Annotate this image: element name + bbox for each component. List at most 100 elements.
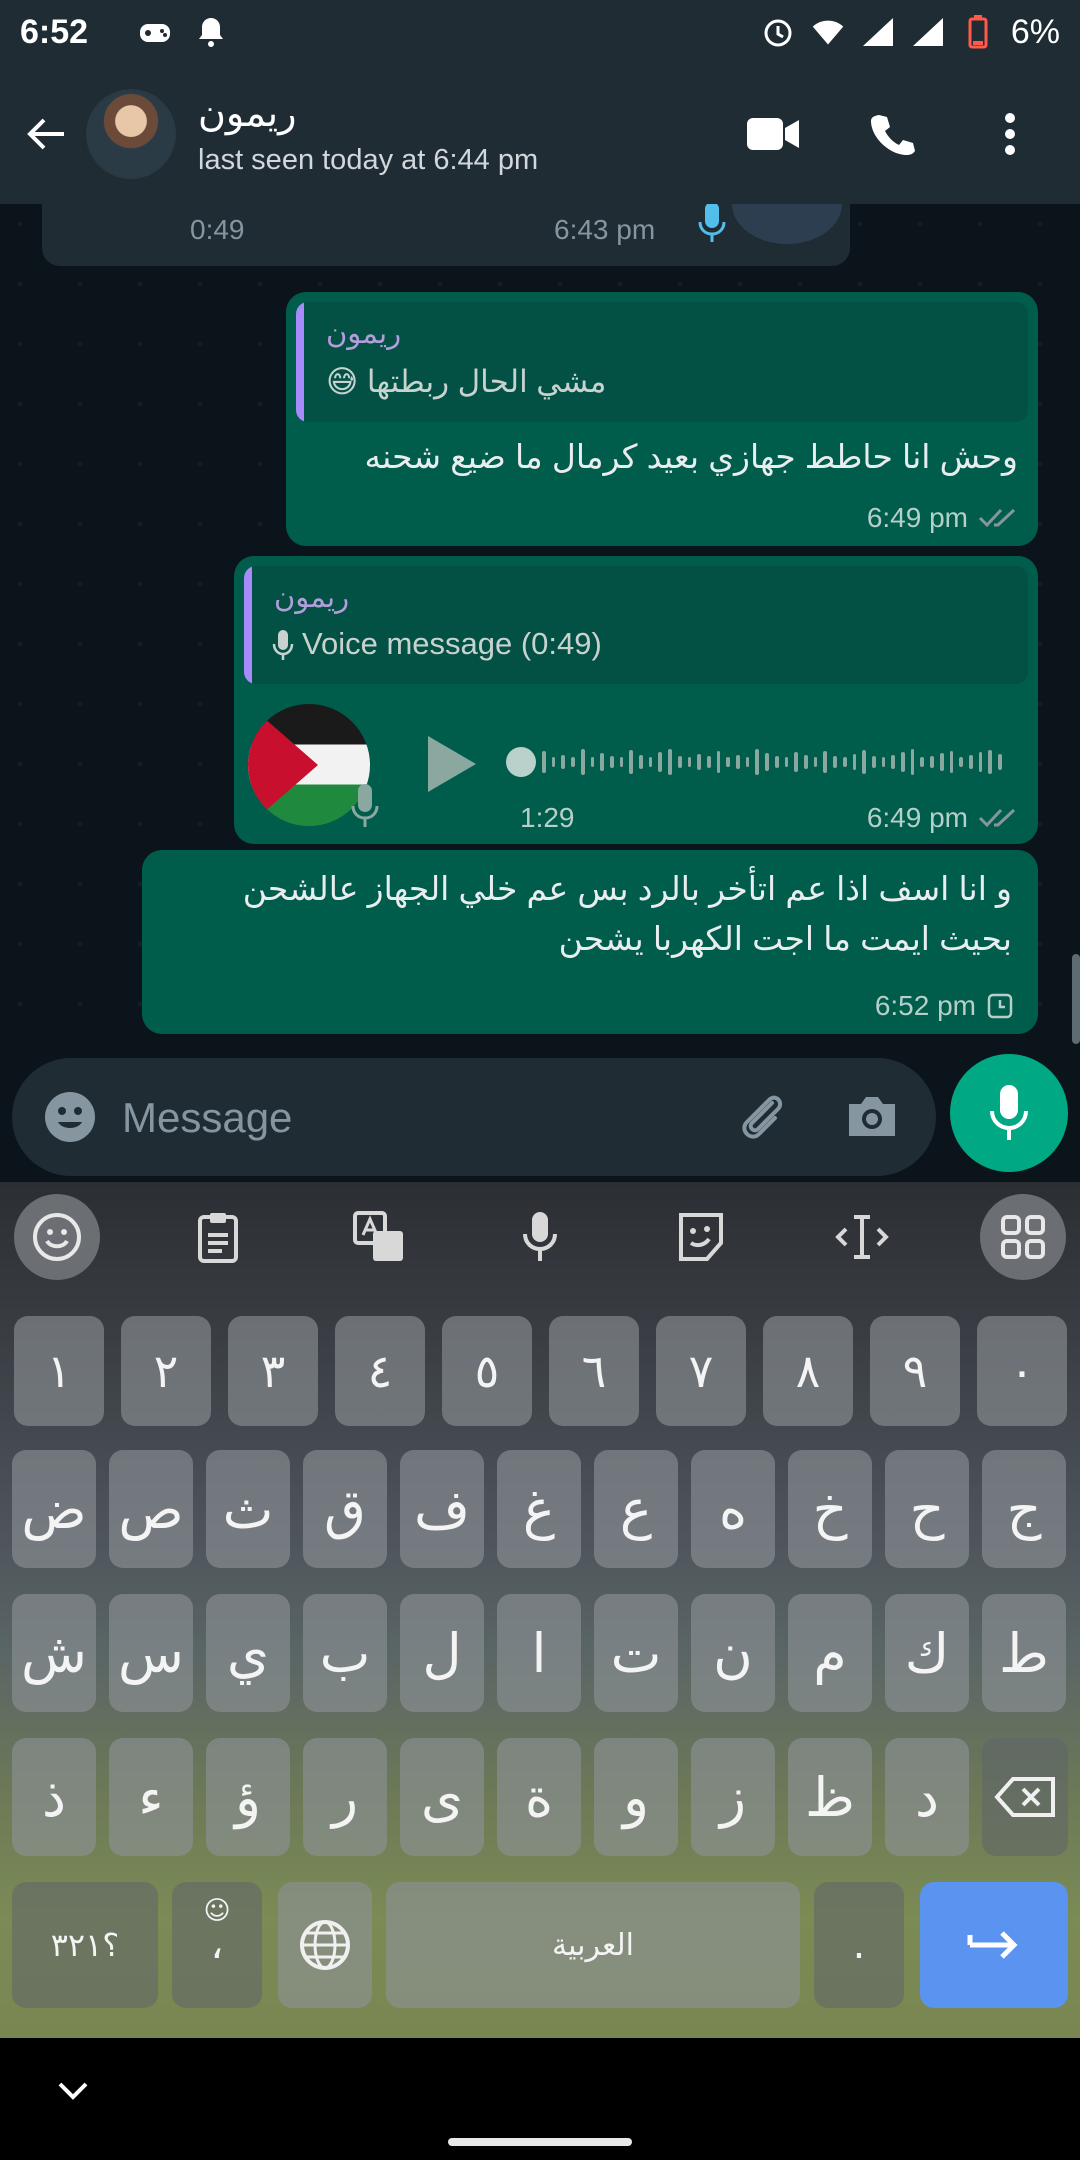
key-letter[interactable]: و [594, 1738, 678, 1856]
incoming-voice-message[interactable]: 0:49 6:43 pm [42, 204, 850, 266]
key-letter[interactable]: ص [109, 1450, 193, 1568]
quoted-message[interactable]: ريمون مشي الحال ربطتها 😅 [296, 302, 1028, 422]
record-voice-button[interactable] [950, 1054, 1068, 1172]
key-letter[interactable]: د [885, 1738, 969, 1856]
key-letter[interactable]: ي [206, 1594, 290, 1712]
key-letter[interactable]: ط [982, 1594, 1066, 1712]
key-letter[interactable]: ح [885, 1450, 969, 1568]
camera-button[interactable] [842, 1087, 902, 1147]
key-letter[interactable]: خ [788, 1450, 872, 1568]
scrollbar[interactable] [1072, 954, 1080, 1044]
key-letter[interactable]: ر [303, 1738, 387, 1856]
key-letter[interactable]: غ [497, 1450, 581, 1568]
key-letter[interactable]: ا [497, 1594, 581, 1712]
key-letter[interactable]: ة [497, 1738, 581, 1856]
wifi-icon [811, 15, 845, 49]
quoted-message[interactable]: ريمون Voice message (0:49) [244, 566, 1028, 684]
key-letter[interactable]: ى [400, 1738, 484, 1856]
period-key[interactable]: . [814, 1882, 904, 2008]
waveform-bar [959, 757, 963, 767]
contact-info[interactable]: ريمون last seen today at 6:44 pm [198, 91, 538, 177]
waveform-bar [561, 755, 566, 769]
key-letter[interactable]: ز [691, 1738, 775, 1856]
key-number-1[interactable]: ١ [14, 1316, 104, 1426]
waveform-bar [910, 749, 915, 775]
waveform-bar [901, 752, 905, 772]
key-number-4[interactable]: ٤ [335, 1316, 425, 1426]
key-letter[interactable]: ظ [788, 1738, 872, 1856]
enter-key[interactable] [920, 1882, 1068, 2008]
outgoing-voice-reply-message[interactable]: ريمون Voice message (0:49) 1:29 6:49 pm [234, 556, 1038, 844]
key-letter[interactable]: ع [594, 1450, 678, 1568]
key-letter[interactable]: ف [400, 1450, 484, 1568]
camera-icon [849, 1097, 895, 1136]
video-call-button[interactable] [744, 104, 804, 164]
symbols-key[interactable]: ؟٣٢١ [12, 1882, 158, 2008]
message-time: 6:49 pm [866, 802, 968, 833]
grid-icon [1001, 1215, 1045, 1259]
translate-button[interactable] [336, 1194, 422, 1280]
message-input[interactable]: Message [12, 1058, 936, 1176]
key-letter[interactable]: س [109, 1594, 193, 1712]
key-letter[interactable]: ج [982, 1450, 1066, 1568]
text-editing-button[interactable] [819, 1194, 905, 1280]
key-letter[interactable]: ب [303, 1594, 387, 1712]
key-letter[interactable]: ش [12, 1594, 96, 1712]
emoji-button[interactable] [40, 1087, 100, 1147]
waveform-bar [803, 755, 808, 769]
key-letter[interactable]: ه [691, 1450, 775, 1568]
hide-keyboard-button[interactable] [50, 2068, 96, 2114]
language-switch-key[interactable] [278, 1882, 372, 2008]
key-letter[interactable]: ق [303, 1450, 387, 1568]
back-button[interactable] [16, 104, 76, 164]
battery-percent: 6% [1010, 12, 1060, 51]
sticker-button[interactable] [658, 1194, 744, 1280]
keyboard-menu-button[interactable] [980, 1194, 1066, 1280]
notification-bell-icon [194, 15, 228, 49]
sender-thumbnail [732, 204, 842, 244]
key-letter[interactable]: ؤ [206, 1738, 290, 1856]
chat-area[interactable]: 0:49 6:43 pm ريمون مشي الحال ربطتها 😅 وح… [0, 204, 1080, 1060]
play-button[interactable] [428, 736, 476, 792]
key-letter[interactable]: ث [206, 1450, 290, 1568]
voice-call-button[interactable] [862, 104, 922, 164]
attach-button[interactable] [732, 1087, 792, 1147]
key-number-2[interactable]: ٢ [121, 1316, 211, 1426]
waveform-bar [813, 757, 818, 767]
key-number-6[interactable]: ٦ [549, 1316, 639, 1426]
voice-typing-button[interactable] [497, 1194, 583, 1280]
key-letter[interactable]: ذ [12, 1738, 96, 1856]
key-letter[interactable]: ل [400, 1594, 484, 1712]
key-letter[interactable]: ن [691, 1594, 775, 1712]
mic-icon [350, 782, 380, 835]
avatar[interactable] [86, 89, 176, 179]
comma-key[interactable]: ، ☺ [172, 1882, 262, 2008]
key-number-9[interactable]: ٩ [870, 1316, 960, 1426]
home-gesture-bar[interactable] [448, 2138, 632, 2146]
double-check-icon [978, 808, 1016, 828]
key-letter[interactable]: ت [594, 1594, 678, 1712]
emoji-keyboard-button[interactable] [14, 1194, 100, 1280]
waveform-bar [648, 757, 653, 767]
key-letter[interactable]: ء [109, 1738, 193, 1856]
waveform-bar [930, 756, 934, 768]
key-number-3[interactable]: ٣ [228, 1316, 318, 1426]
more-options-button[interactable] [980, 104, 1040, 164]
outgoing-text-message[interactable]: و انا اسف اذا عم اتأخر بالرد بس عم خلي ا… [142, 850, 1038, 1034]
message-text-line-1: و انا اسف اذا عم اتأخر بالرد بس عم خلي ا… [242, 870, 1012, 907]
key-letter[interactable]: ك [885, 1594, 969, 1712]
clipboard-button[interactable] [175, 1194, 261, 1280]
key-letter[interactable]: ض [12, 1450, 96, 1568]
key-number-10[interactable]: ٠ [977, 1316, 1067, 1426]
outgoing-reply-message[interactable]: ريمون مشي الحال ربطتها 😅 وحش انا حاطط جه… [286, 292, 1038, 546]
waveform-bar [852, 754, 857, 770]
key-number-8[interactable]: ٨ [763, 1316, 853, 1426]
voice-waveform[interactable] [542, 742, 1002, 782]
space-key[interactable]: العربية [386, 1882, 800, 2008]
waveform-bar [600, 753, 604, 771]
key-number-5[interactable]: ٥ [442, 1316, 532, 1426]
backspace-key[interactable] [982, 1738, 1068, 1856]
voice-seek-handle[interactable] [506, 747, 536, 777]
key-letter[interactable]: م [788, 1594, 872, 1712]
key-number-7[interactable]: ٧ [656, 1316, 746, 1426]
